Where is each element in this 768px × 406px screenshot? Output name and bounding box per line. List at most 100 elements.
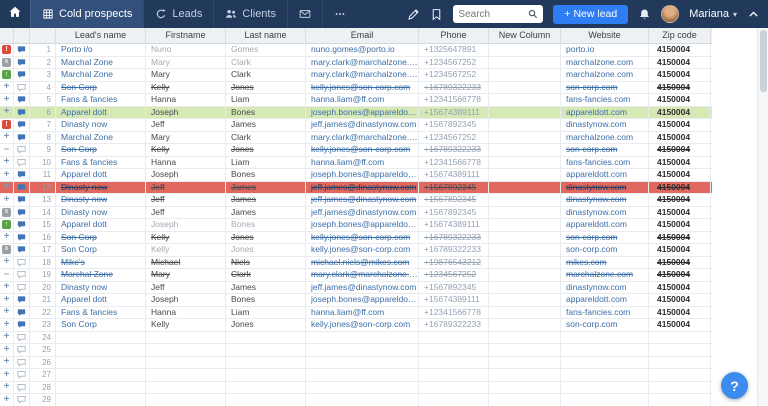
phone-cell[interactable]: +1567892345 xyxy=(419,207,489,219)
comment-filled-icon[interactable] xyxy=(17,295,26,304)
new-column-cell[interactable] xyxy=(489,307,561,319)
lastname-cell[interactable]: James xyxy=(226,119,306,131)
website-link[interactable] xyxy=(561,332,649,344)
add-lead-icon[interactable]: + xyxy=(4,395,10,405)
phone-cell[interactable]: +1567892345 xyxy=(419,182,489,194)
firstname-cell[interactable]: Kelly xyxy=(146,82,226,94)
comment-outline-icon[interactable] xyxy=(17,383,26,392)
zip-cell[interactable]: 4150004 xyxy=(649,319,711,331)
website-link[interactable] xyxy=(561,394,649,406)
email-link[interactable]: hanna.liam@ff.com xyxy=(306,157,419,169)
website-link[interactable]: fans-fancies.com xyxy=(561,307,649,319)
new-column-cell[interactable] xyxy=(489,357,561,369)
new-column-cell[interactable] xyxy=(489,207,561,219)
lead-name-link[interactable]: Mike's xyxy=(56,257,146,269)
lastname-cell[interactable] xyxy=(226,357,306,369)
lastname-cell[interactable]: Jones xyxy=(226,82,306,94)
email-link[interactable]: mary.clark@marchalzone.com xyxy=(306,132,419,144)
email-link[interactable]: nuno.gomes@porto.io xyxy=(306,44,419,56)
lastname-cell[interactable]: James xyxy=(226,282,306,294)
email-link[interactable]: hanna.liam@ff.com xyxy=(306,94,419,106)
comment-outline-icon[interactable] xyxy=(17,345,26,354)
column-header[interactable]: Lead's name xyxy=(56,28,146,43)
phone-cell[interactable]: +1234567252 xyxy=(419,269,489,281)
comment-filled-icon[interactable] xyxy=(17,220,26,229)
add-lead-icon[interactable]: + xyxy=(4,307,10,317)
lead-name-link[interactable]: Son Corp xyxy=(56,144,146,156)
website-link[interactable] xyxy=(561,369,649,381)
lastname-cell[interactable]: Jones xyxy=(226,319,306,331)
new-column-cell[interactable] xyxy=(489,69,561,81)
firstname-cell[interactable]: Joseph xyxy=(146,107,226,119)
firstname-cell[interactable] xyxy=(146,344,226,356)
email-link[interactable] xyxy=(306,344,419,356)
email-link[interactable]: hanna.liam@ff.com xyxy=(306,307,419,319)
website-link[interactable]: dinastynow.com xyxy=(561,207,649,219)
zip-cell[interactable]: 4150004 xyxy=(649,94,711,106)
lastname-cell[interactable]: Jones xyxy=(226,244,306,256)
comment-filled-icon[interactable] xyxy=(17,183,26,192)
zip-cell[interactable]: 4150004 xyxy=(649,232,711,244)
firstname-cell[interactable] xyxy=(146,394,226,406)
scrollbar-thumb[interactable] xyxy=(760,30,767,92)
lead-name-link[interactable] xyxy=(56,344,146,356)
website-link[interactable]: appareldott.com xyxy=(561,107,649,119)
lastname-cell[interactable]: James xyxy=(226,194,306,206)
tab-cold-prospects[interactable]: Cold prospects xyxy=(30,0,143,28)
email-link[interactable] xyxy=(306,394,419,406)
firstname-cell[interactable]: Mary xyxy=(146,57,226,69)
lastname-cell[interactable]: Bones xyxy=(226,107,306,119)
add-lead-icon[interactable]: + xyxy=(4,82,10,92)
email-link[interactable]: joseph.bones@appareldott.com xyxy=(306,107,419,119)
firstname-cell[interactable] xyxy=(146,332,226,344)
comment-filled-icon[interactable] xyxy=(17,308,26,317)
website-link[interactable] xyxy=(561,357,649,369)
lastname-cell[interactable]: James xyxy=(226,182,306,194)
email-link[interactable]: michael.niels@mikes.com xyxy=(306,257,419,269)
zip-cell[interactable] xyxy=(649,369,711,381)
status-paused-icon[interactable]: ‖ xyxy=(2,245,11,254)
add-lead-icon[interactable]: + xyxy=(4,357,10,367)
comment-filled-icon[interactable] xyxy=(17,95,26,104)
lastname-cell[interactable]: Niels xyxy=(226,257,306,269)
lead-name-link[interactable]: Apparel dott xyxy=(56,219,146,231)
lead-name-link[interactable] xyxy=(56,357,146,369)
lastname-cell[interactable] xyxy=(226,394,306,406)
pen-icon[interactable] xyxy=(407,8,420,21)
user-menu[interactable]: Mariana ▾ xyxy=(689,8,737,20)
firstname-cell[interactable]: Mary xyxy=(146,132,226,144)
zip-cell[interactable]: 4150004 xyxy=(649,144,711,156)
new-column-cell[interactable] xyxy=(489,244,561,256)
column-header[interactable]: Email xyxy=(306,28,419,43)
tab-clients[interactable]: Clients xyxy=(213,0,287,28)
home-button[interactable] xyxy=(0,0,30,28)
zip-cell[interactable]: 4150004 xyxy=(649,194,711,206)
zip-cell[interactable]: 4150004 xyxy=(649,307,711,319)
firstname-cell[interactable]: Hanna xyxy=(146,157,226,169)
lastname-cell[interactable]: Clark xyxy=(226,132,306,144)
phone-cell[interactable]: +15674389111 xyxy=(419,107,489,119)
lastname-cell[interactable]: Gomes xyxy=(226,44,306,56)
bookmark-icon[interactable] xyxy=(430,8,443,21)
firstname-cell[interactable] xyxy=(146,382,226,394)
phone-cell[interactable]: +15674389111 xyxy=(419,219,489,231)
new-column-cell[interactable] xyxy=(489,157,561,169)
lead-name-link[interactable]: Dinasty now xyxy=(56,194,146,206)
phone-cell[interactable]: +1567892345 xyxy=(419,194,489,206)
comment-outline-icon[interactable] xyxy=(17,395,26,404)
zip-cell[interactable]: 4150004 xyxy=(649,282,711,294)
comment-outline-icon[interactable] xyxy=(17,370,26,379)
lead-name-link[interactable]: Fans & fancies xyxy=(56,307,146,319)
status-paused-icon[interactable]: ‖ xyxy=(2,208,11,217)
add-lead-icon[interactable]: + xyxy=(4,345,10,355)
help-button[interactable]: ? xyxy=(721,372,748,399)
firstname-cell[interactable]: Jeff xyxy=(146,119,226,131)
email-link[interactable]: kelly.jones@son-corp.com xyxy=(306,232,419,244)
add-lead-icon[interactable]: + xyxy=(4,170,10,180)
new-column-cell[interactable] xyxy=(489,332,561,344)
lastname-cell[interactable]: Bones xyxy=(226,294,306,306)
comment-outline-icon[interactable] xyxy=(17,258,26,267)
website-link[interactable]: appareldott.com xyxy=(561,169,649,181)
comment-outline-icon[interactable] xyxy=(17,83,26,92)
new-column-cell[interactable] xyxy=(489,144,561,156)
